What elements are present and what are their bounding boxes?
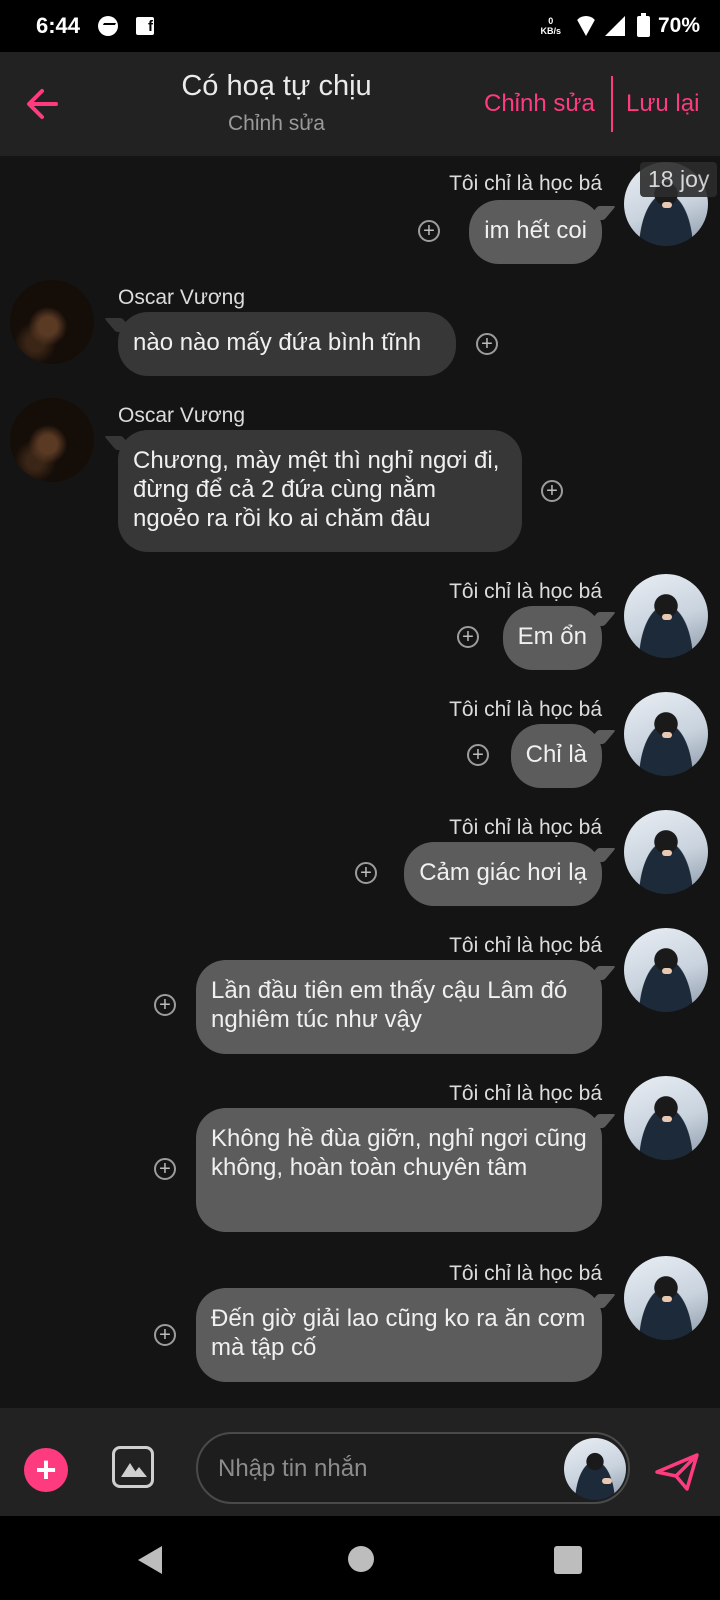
messenger-icon bbox=[98, 16, 119, 36]
message-bubble[interactable]: nào nào mấy đứa bình tĩnh bbox=[118, 312, 456, 376]
message-bubble[interactable]: Chỉ là bbox=[510, 724, 602, 788]
sender-name: Oscar Vương bbox=[118, 404, 246, 427]
add-circle-icon[interactable]: + bbox=[541, 480, 563, 502]
sender-avatar-selector[interactable] bbox=[564, 1438, 626, 1500]
header-divider bbox=[611, 76, 613, 132]
avatar[interactable] bbox=[624, 928, 708, 1012]
battery-icon bbox=[636, 12, 650, 37]
sender-name: Tôi chỉ là học bá bbox=[449, 1262, 602, 1285]
message-bubble[interactable]: Không hề đùa giỡn, nghỉ ngơi cũng không,… bbox=[196, 1108, 602, 1232]
plus-icon[interactable]: + bbox=[24, 1448, 68, 1492]
avatar[interactable] bbox=[624, 1256, 708, 1340]
sender-name: Tôi chỉ là học bá bbox=[449, 172, 602, 195]
avatar[interactable] bbox=[10, 398, 94, 482]
add-circle-icon[interactable]: + bbox=[476, 333, 498, 355]
chat-list[interactable]: Tôi chỉ là học bá im hết coi + 18 joy Os… bbox=[0, 156, 720, 1408]
system-nav-bar bbox=[0, 1516, 720, 1600]
network-speed-value: 0 bbox=[548, 16, 554, 26]
page-title: Có hoạ tự chịu bbox=[181, 70, 372, 102]
app-header: Có hoạ tự chịu Chỉnh sửa Chỉnh sửa Lưu l… bbox=[0, 52, 720, 156]
add-circle-icon[interactable]: + bbox=[457, 626, 479, 648]
count-badge: 18 joy bbox=[640, 162, 718, 197]
battery-percent: 70% bbox=[657, 14, 700, 37]
page-subtitle: Chỉnh sửa bbox=[228, 112, 325, 135]
facebook-icon: f bbox=[136, 17, 155, 35]
network-speed: 0 KB/s bbox=[540, 16, 561, 36]
wifi-icon bbox=[574, 16, 597, 36]
arrow-left-icon[interactable] bbox=[22, 84, 62, 124]
message-bubble[interactable]: Em ổn bbox=[502, 606, 602, 670]
sender-name: Tôi chỉ là học bá bbox=[449, 816, 602, 839]
message-input-container[interactable] bbox=[196, 1432, 630, 1504]
avatar[interactable] bbox=[624, 1076, 708, 1160]
edit-button[interactable]: Chỉnh sửa bbox=[484, 90, 595, 118]
avatar[interactable] bbox=[10, 280, 94, 364]
add-circle-icon[interactable]: + bbox=[467, 744, 489, 766]
avatar[interactable] bbox=[624, 574, 708, 658]
message-bubble[interactable]: Chương, mày mệt thì nghỉ ngơi đi, đừng đ… bbox=[118, 430, 522, 552]
save-button[interactable]: Lưu lại bbox=[626, 90, 699, 118]
avatar[interactable] bbox=[624, 810, 708, 894]
add-circle-icon[interactable]: + bbox=[154, 1324, 176, 1346]
nav-home-icon[interactable] bbox=[348, 1546, 374, 1572]
clock: 6:44 bbox=[36, 13, 81, 38]
add-circle-icon[interactable]: + bbox=[418, 220, 440, 242]
add-circle-icon[interactable]: + bbox=[355, 862, 377, 884]
avatar[interactable] bbox=[624, 692, 708, 776]
sender-name: Tôi chỉ là học bá bbox=[449, 698, 602, 721]
nav-recents-icon[interactable] bbox=[554, 1546, 582, 1574]
message-bubble[interactable]: Cảm giác hơi lạ bbox=[404, 842, 602, 906]
message-bubble[interactable]: im hết coi bbox=[469, 200, 602, 264]
signal-icon bbox=[604, 16, 625, 36]
send-icon[interactable] bbox=[654, 1452, 700, 1492]
sender-name: Tôi chỉ là học bá bbox=[449, 580, 602, 603]
sender-name: Tôi chỉ là học bá bbox=[449, 1082, 602, 1105]
sender-name: Tôi chỉ là học bá bbox=[449, 934, 602, 957]
nav-back-icon[interactable] bbox=[138, 1546, 162, 1574]
message-composer: + bbox=[0, 1408, 720, 1516]
message-bubble[interactable]: Lần đầu tiên em thấy cậu Lâm đó nghiêm t… bbox=[196, 960, 602, 1054]
sender-name: Oscar Vương bbox=[118, 286, 246, 309]
add-circle-icon[interactable]: + bbox=[154, 994, 176, 1016]
image-icon[interactable] bbox=[112, 1446, 154, 1488]
status-bar: 6:44 f 0 KB/s 70% bbox=[0, 0, 720, 52]
message-bubble[interactable]: Đến giờ giải lao cũng ko ra ăn cơm mà tậ… bbox=[196, 1288, 602, 1382]
network-speed-unit: KB/s bbox=[540, 26, 561, 36]
add-circle-icon[interactable]: + bbox=[154, 1158, 176, 1180]
message-input[interactable] bbox=[216, 1446, 550, 1492]
